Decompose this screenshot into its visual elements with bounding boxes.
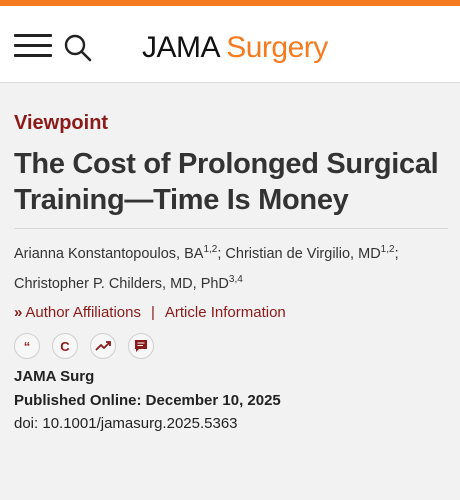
author-separator: ; — [394, 246, 399, 262]
author-name[interactable]: Arianna Konstantopoulos, BA — [14, 246, 203, 262]
comment-icon[interactable] — [128, 333, 154, 359]
author-affiliation: 3,4 — [228, 274, 243, 286]
article-title: The Cost of Prolonged Surgical Training—… — [14, 148, 439, 216]
logo-journal: JAMA — [142, 31, 219, 64]
divider — [14, 228, 448, 229]
author-affiliation: 1,2 — [203, 244, 218, 256]
double-chevron-right-icon: » — [14, 304, 23, 321]
journal-abbreviation: JAMA Surg — [14, 368, 95, 385]
menu-line — [14, 44, 52, 47]
menu-line — [14, 54, 52, 57]
article-information-link[interactable]: Article Information — [165, 304, 286, 321]
quote-icon[interactable]: “ — [14, 333, 40, 359]
published-date: Published Online: December 10, 2025 — [14, 392, 281, 409]
search-icon[interactable] — [62, 32, 94, 64]
article-links: » Author Affiliations | Article Information — [14, 304, 286, 321]
site-header: JAMA Surgery — [0, 6, 460, 83]
author-affiliations-link[interactable]: » Author Affiliations — [14, 304, 141, 321]
author-name[interactable]: Christopher P. Childers, MD, PhD — [14, 276, 229, 292]
menu-line — [14, 34, 52, 37]
trending-up-icon[interactable] — [90, 333, 116, 359]
author-name[interactable]: Christian de Virgilio, MD — [225, 246, 380, 262]
copyright-glyph: C — [60, 338, 70, 354]
copyright-icon[interactable]: C — [52, 333, 78, 359]
author-list: Arianna Konstantopoulos, BA1,2; Christia… — [14, 239, 454, 299]
author-affiliations-label: Author Affiliations — [25, 304, 141, 321]
journal-logo[interactable]: JAMA Surgery — [142, 28, 328, 68]
author-affiliation: 1,2 — [380, 244, 395, 256]
author-separator: ; — [217, 246, 222, 262]
logo-specialty: Surgery — [226, 31, 328, 64]
quote-glyph: “ — [23, 338, 31, 354]
article-section-label: Viewpoint — [14, 112, 109, 134]
doi[interactable]: doi: 10.1001/jamasurg.2025.5363 — [14, 415, 238, 432]
link-separator: | — [150, 304, 155, 321]
hamburger-menu-icon[interactable] — [14, 34, 52, 60]
